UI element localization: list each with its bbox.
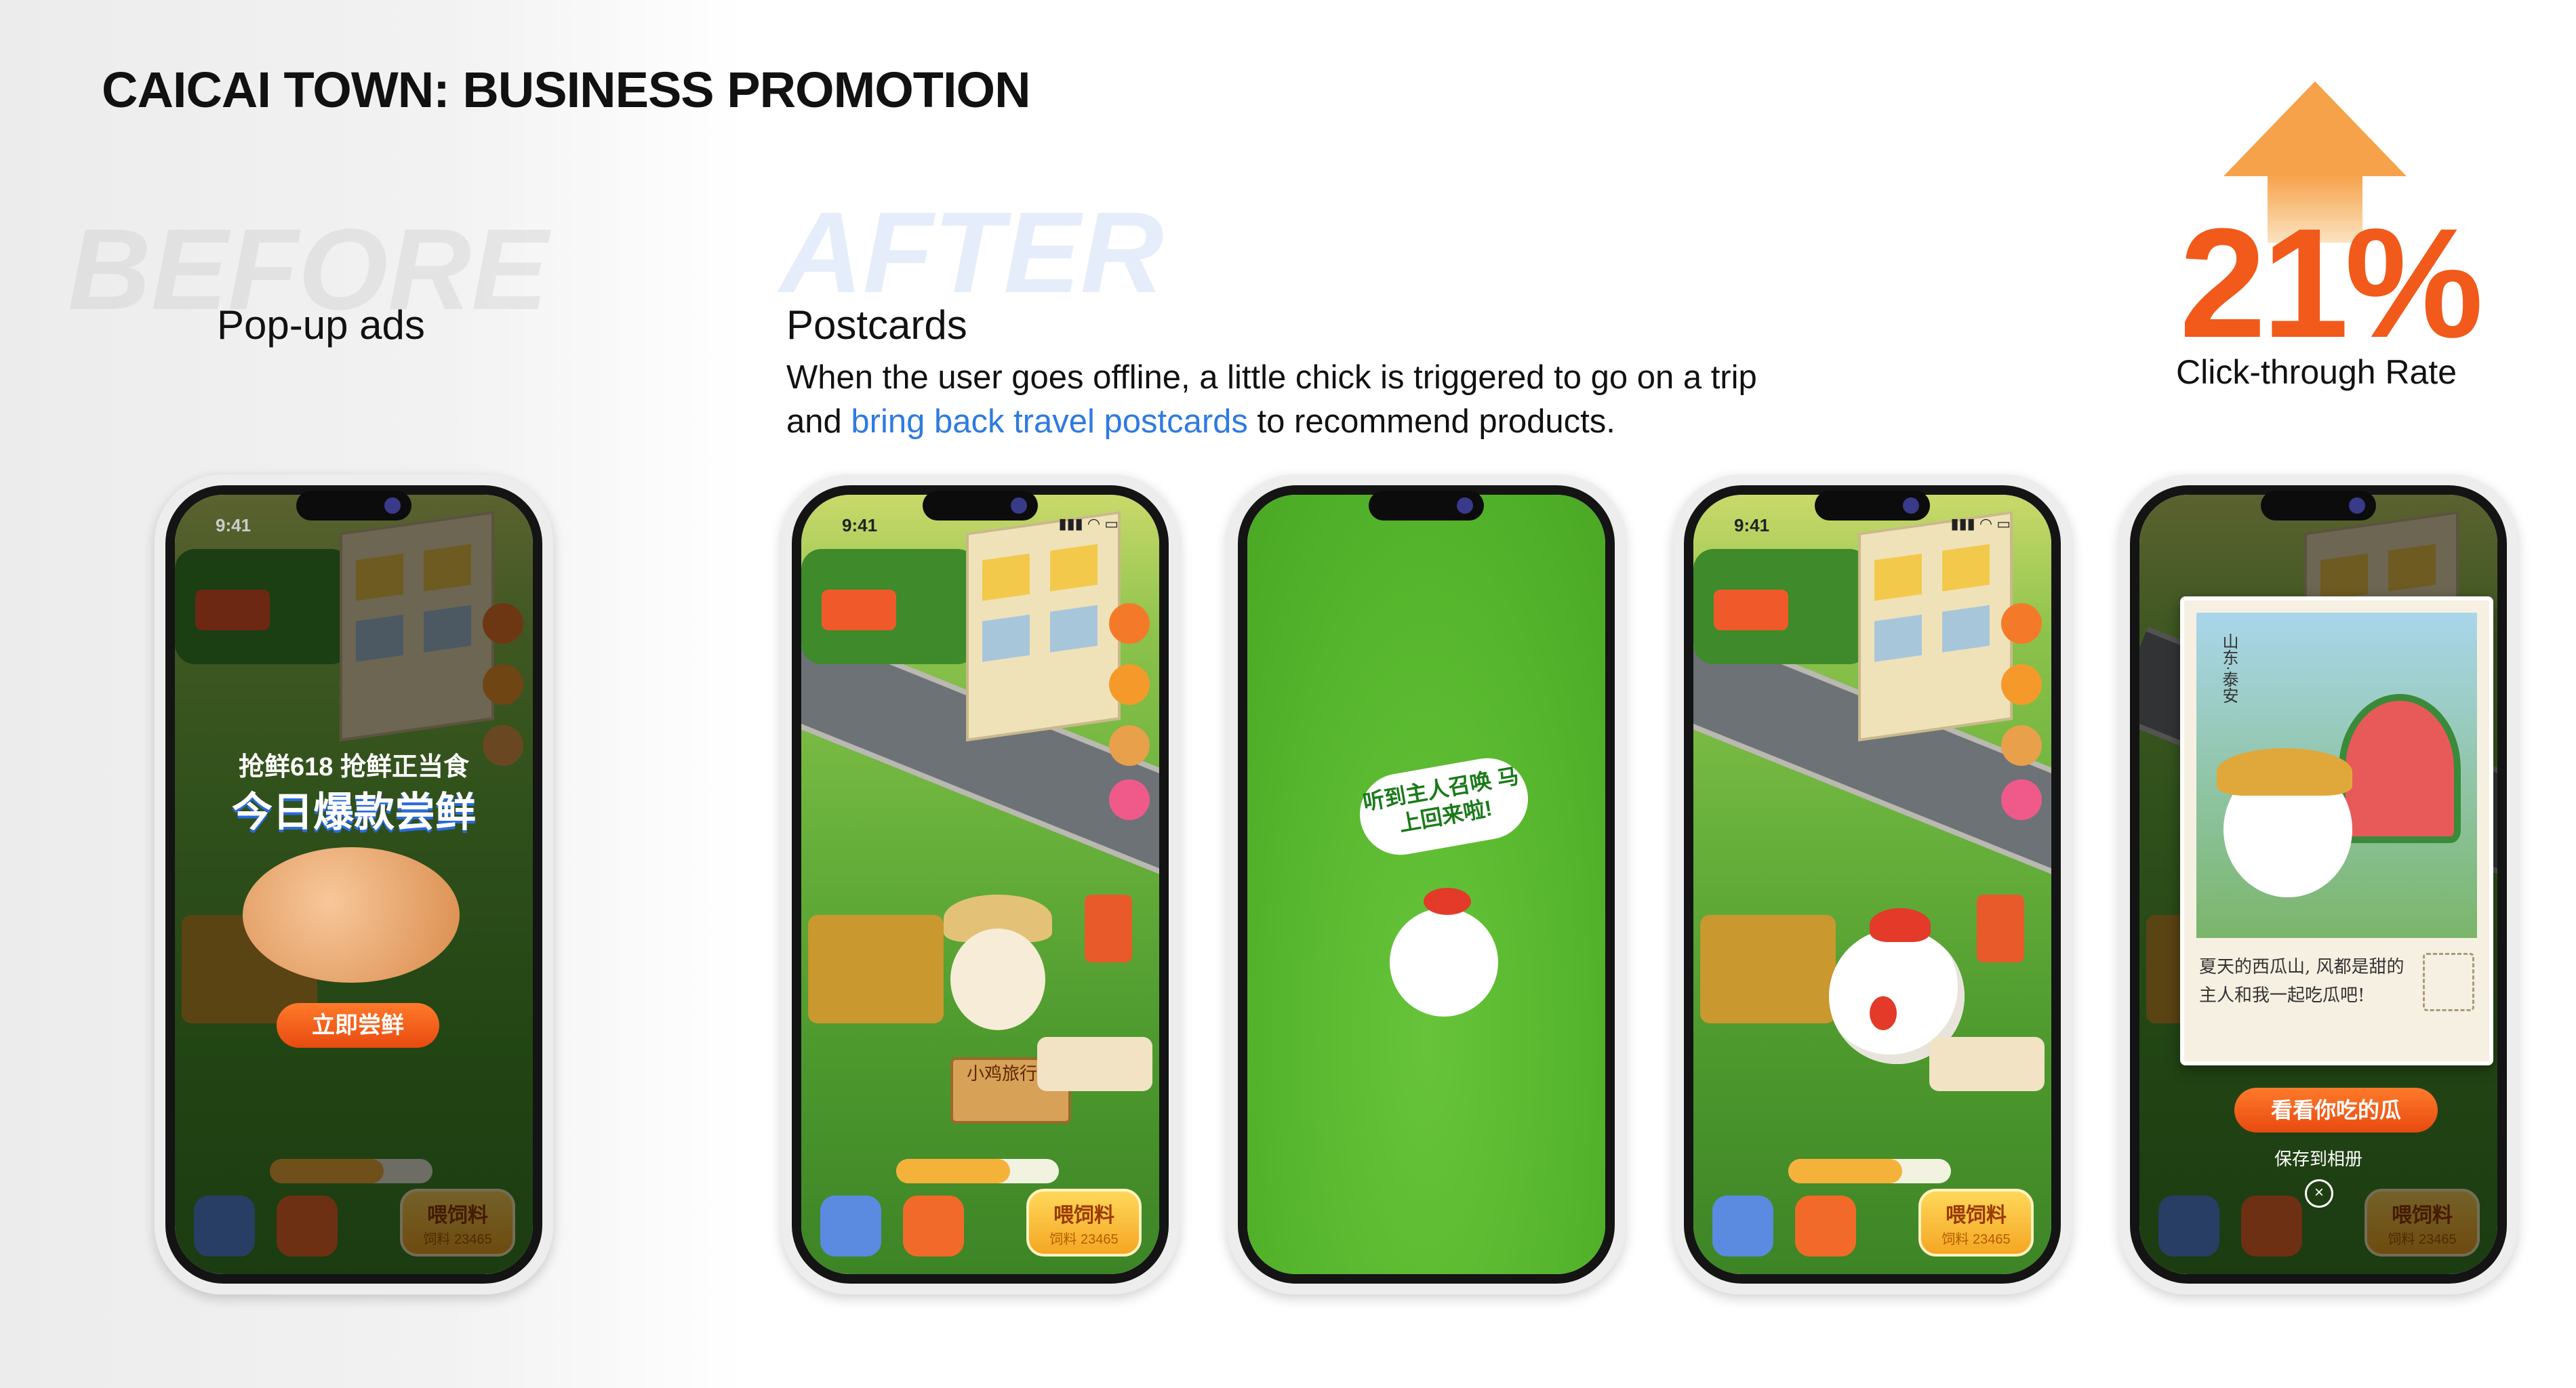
strategy-icon[interactable] bbox=[1109, 603, 1150, 644]
progress-bar bbox=[896, 1159, 1059, 1183]
dynamic-island bbox=[923, 491, 1038, 520]
dynamic-island bbox=[1815, 491, 1930, 520]
feed-get-icon[interactable] bbox=[1712, 1196, 1773, 1257]
outfit-icon[interactable] bbox=[2001, 664, 2042, 705]
after-description: When the user goes offline, a little chi… bbox=[786, 356, 1939, 444]
desc-highlight: bring back travel postcards bbox=[851, 403, 1248, 440]
desc-line1: When the user goes offline, a little chi… bbox=[786, 359, 1757, 396]
postcard-location: 山东·泰安 bbox=[2219, 633, 2238, 703]
feed-get-icon[interactable] bbox=[820, 1196, 881, 1257]
status-time: 9:41 bbox=[1734, 515, 1770, 535]
phone-after-returned: 喂饲料 饲料 23465 9:41 ▮▮▮ ◠ ▭ bbox=[1673, 474, 2072, 1294]
phone-after-postcard: 喂饲料饲料 23465 山东·泰安 夏天的西瓜山, 风都是甜的 主人和我一起吃瓜… bbox=[2119, 474, 2518, 1294]
mailbox[interactable] bbox=[1977, 895, 2024, 962]
lottery-icon[interactable] bbox=[903, 1196, 964, 1257]
close-icon[interactable]: × bbox=[2305, 1179, 2333, 1208]
landlord-icon[interactable] bbox=[1109, 779, 1150, 820]
ad-headline: 今日爆款尝鲜 bbox=[232, 790, 476, 835]
desc-line2-pre: and bbox=[786, 403, 851, 440]
top-badge bbox=[822, 590, 896, 630]
phone-screen: 喂饲料 饲料 23465 9:41 ▮▮▮ ◠ ▭ bbox=[1684, 485, 2061, 1284]
progress-bar bbox=[1788, 1159, 1951, 1183]
phone-before-popup: 喂饲料饲料 23465 抢鲜618 抢鲜正当食 今日爆款尝鲜 立即尝鲜 9:41 bbox=[155, 474, 553, 1294]
loading-background bbox=[1247, 495, 1605, 1274]
wheat-field bbox=[808, 915, 944, 1023]
ad-tagline: 抢鲜618 抢鲜正当食 bbox=[239, 753, 469, 781]
dynamic-island bbox=[2261, 491, 2376, 520]
outfit-icon[interactable] bbox=[1109, 664, 1150, 705]
dynamic-island bbox=[1369, 491, 1484, 520]
ctr-label: Click-through Rate bbox=[2176, 353, 2457, 391]
phone-screen: 喂饲料饲料 23465 抢鲜618 抢鲜正当食 今日爆款尝鲜 立即尝鲜 9:41 bbox=[165, 485, 542, 1284]
phone-screen: 听到主人召唤 马上回来啦! bbox=[1238, 485, 1615, 1284]
status-icons: ▮▮▮ ◠ ▭ bbox=[1058, 515, 1119, 532]
try-now-button[interactable]: 立即尝鲜 bbox=[277, 1003, 439, 1048]
egg-basket bbox=[1037, 1037, 1152, 1091]
travel-postcard: 山东·泰安 夏天的西瓜山, 风都是甜的 主人和我一起吃瓜吧! bbox=[2180, 596, 2493, 1065]
postcard-message: 夏天的西瓜山, 风都是甜的 主人和我一起吃瓜吧! bbox=[2199, 957, 2404, 1006]
building bbox=[965, 510, 1121, 742]
desc-line2-post: to recommend products. bbox=[1247, 403, 1615, 440]
watermelon-mountain bbox=[2339, 694, 2461, 843]
game-scene: 小鸡旅行中 喂饲料 饲料 23465 bbox=[801, 495, 1159, 1274]
after-ghost-heading: AFTER bbox=[780, 188, 1164, 317]
game-scene: 喂饲料饲料 23465 bbox=[1693, 495, 2051, 1274]
before-label: Pop-up ads bbox=[217, 302, 425, 348]
egg-basket bbox=[1929, 1037, 2045, 1091]
ctr-value: 21% bbox=[2179, 196, 2483, 370]
status-time: 9:41 bbox=[842, 515, 878, 535]
phone-screen: 喂饲料饲料 23465 山东·泰安 夏天的西瓜山, 风都是甜的 主人和我一起吃瓜… bbox=[2130, 485, 2507, 1284]
phone-after-traveling: 小鸡旅行中 喂饲料 饲料 23465 9:41 ▮▮▮ ◠ ▭ bbox=[781, 474, 1180, 1294]
chick-with-hat bbox=[2217, 748, 2352, 897]
save-to-album-link[interactable]: 保存到相册 bbox=[2139, 1145, 2497, 1170]
top-badge bbox=[1714, 590, 1788, 630]
building bbox=[1857, 510, 2013, 742]
after-label: Postcards bbox=[786, 302, 967, 348]
running-chick bbox=[1383, 888, 1505, 1023]
stamp-icon bbox=[2423, 953, 2474, 1011]
phone-screen: 小鸡旅行中 喂饲料 饲料 23465 9:41 ▮▮▮ ◠ ▭ bbox=[792, 485, 1169, 1284]
feed-button[interactable]: 喂饲料饲料 23465 bbox=[1918, 1189, 2034, 1257]
status-icons: ▮▮▮ ◠ ▭ bbox=[1950, 515, 2011, 532]
view-melon-button[interactable]: 看看你吃的瓜 bbox=[2234, 1088, 2438, 1132]
status-time: 9:41 bbox=[216, 515, 251, 535]
page-title: CAICAI TOWN: BUSINESS PROMOTION bbox=[102, 62, 1031, 118]
up-arrow-icon bbox=[2223, 81, 2407, 176]
eggs-image bbox=[243, 847, 460, 983]
landlord-icon[interactable] bbox=[2001, 779, 2042, 820]
postcard-image: 山东·泰安 bbox=[2196, 613, 2477, 938]
phone-after-returning: 听到主人召唤 马上回来啦! bbox=[1227, 474, 1626, 1294]
game-icon[interactable] bbox=[2001, 725, 2042, 766]
feed-button[interactable]: 喂饲料饲料 23465 bbox=[1026, 1189, 1142, 1257]
dynamic-island bbox=[296, 491, 411, 520]
lottery-icon[interactable] bbox=[1795, 1196, 1856, 1257]
strategy-icon[interactable] bbox=[2001, 603, 2042, 644]
mailbox[interactable] bbox=[1085, 895, 1132, 962]
game-icon[interactable] bbox=[1109, 725, 1150, 766]
